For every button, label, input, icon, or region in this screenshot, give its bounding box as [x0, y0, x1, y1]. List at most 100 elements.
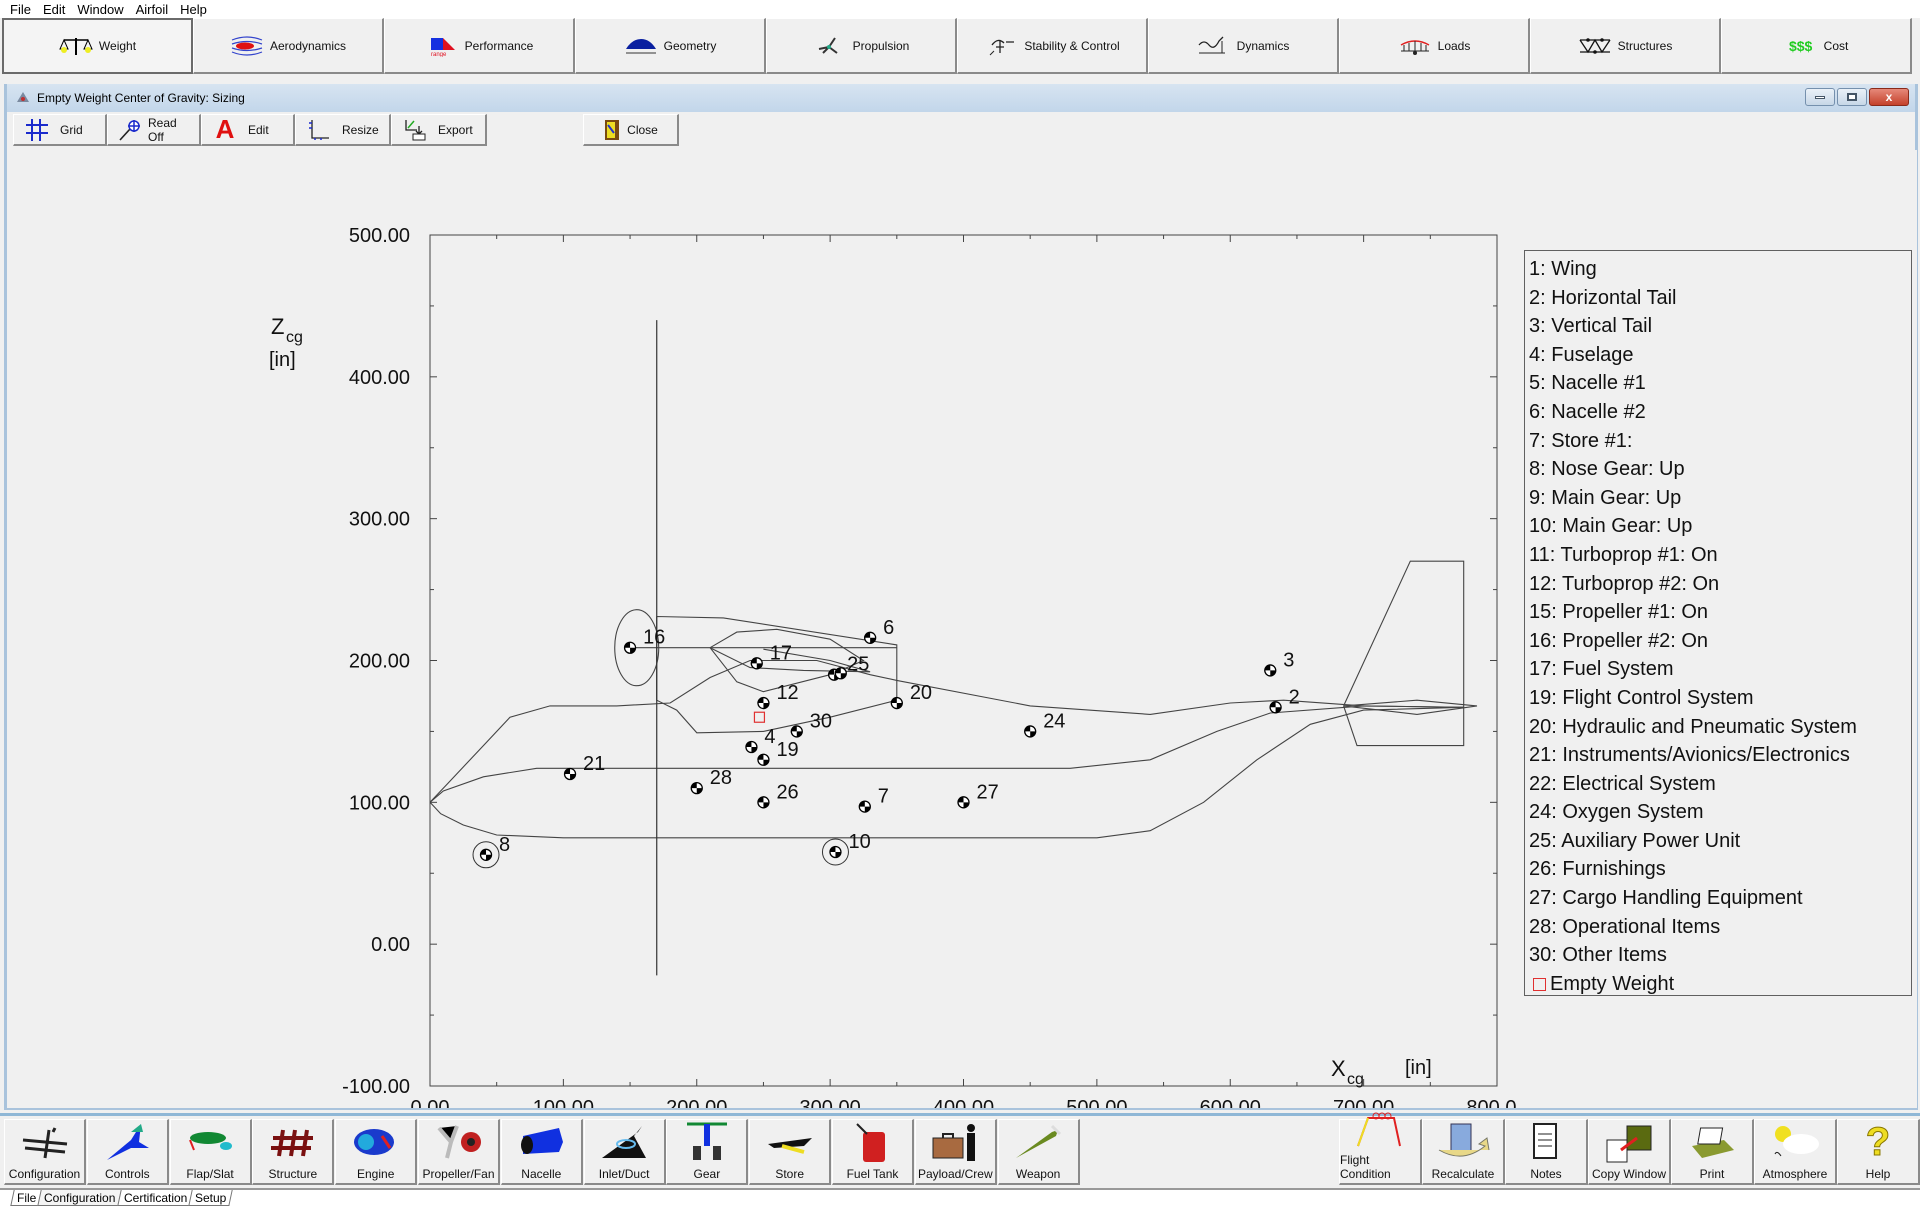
gear-tool-button[interactable]: Gear [666, 1119, 749, 1185]
structure-tool-button[interactable]: Structure [252, 1119, 335, 1185]
payload-crew-icon [927, 1120, 983, 1164]
cg-point-8: 8 [472, 834, 510, 869]
copy-window-tool-button[interactable]: Copy Window [1588, 1119, 1671, 1185]
close-chart-button[interactable]: Close [583, 114, 679, 146]
controls-tool-button[interactable]: Controls [86, 1119, 169, 1185]
menu-help[interactable]: Help [176, 2, 215, 17]
x-axis-unit: [in] [1405, 1057, 1432, 1079]
door-icon [603, 118, 621, 142]
dollar-icon: $$$ [1788, 37, 1813, 54]
sheet-tab-setup[interactable]: Setup [188, 1190, 234, 1206]
component-toolbar: Configuration Controls Flap/Slat Structure E… [0, 1112, 1920, 1185]
window-title: Empty Weight Center of Gravity: Sizing [37, 91, 245, 105]
module-tab-dynamics[interactable]: Dynamics [1148, 18, 1339, 74]
legend-item-empty-weight: Empty Weight [1529, 970, 1911, 999]
y-tick-label: 400.00 [349, 367, 410, 389]
control-surface-icon [99, 1120, 155, 1164]
edit-button[interactable]: A Edit [201, 114, 295, 146]
sheet-tab-configuration[interactable]: Configuration [37, 1190, 123, 1206]
y-ticks: -100.00 0.00 100.00 200.00 300.00 400.00 500.0… [342, 225, 1497, 1098]
atmosphere-tool-button[interactable]: Atmosphere [1754, 1119, 1837, 1185]
tool-button-label: Engine [357, 1167, 395, 1181]
propeller-fan-tool-button[interactable]: Propeller/Fan [418, 1119, 500, 1185]
cg-point-20: 20 [890, 682, 932, 710]
module-tab-stability-control[interactable]: Stability & Control [957, 18, 1148, 74]
x-tick-label: 600.00 [1200, 1097, 1261, 1108]
x-axis-label-sub: cg [1347, 1071, 1364, 1088]
engine-tool-button[interactable]: Engine [335, 1119, 418, 1185]
sheet-tab-certification[interactable]: Certification [117, 1190, 194, 1206]
menu-window[interactable]: Window [73, 2, 131, 17]
fuel-tank-tool-button[interactable]: Fuel Tank [832, 1119, 914, 1185]
cg-point-label: 10 [848, 831, 870, 853]
maximize-button[interactable] [1837, 88, 1867, 106]
store-tool-button[interactable]: Store [749, 1119, 832, 1185]
window-app-icon [15, 90, 31, 106]
cg-point-label: 12 [776, 682, 798, 704]
menu-edit[interactable]: Edit [39, 2, 73, 17]
menu-airfoil[interactable]: Airfoil [132, 2, 177, 17]
store-icon [762, 1120, 818, 1164]
resize-button[interactable]: Resize [295, 114, 391, 146]
close-window-button[interactable]: x [1869, 88, 1909, 106]
copy-window-icon [1601, 1120, 1657, 1164]
weapon-tool-button[interactable]: Weapon [997, 1119, 1080, 1185]
y-axis-label-sub: cg [286, 329, 303, 346]
module-tab-aerodynamics[interactable]: Aerodynamics [193, 18, 384, 74]
chart-toolbar: Grid Read Off A Edit Resize Export Close [13, 114, 679, 148]
y-tick-label: 500.00 [349, 225, 410, 247]
configuration-tool-button[interactable]: Configuration [4, 1119, 86, 1185]
cg-point-label: 20 [910, 682, 932, 704]
print-tool-button[interactable]: Print [1671, 1119, 1754, 1185]
chart-window: Empty Weight Center of Gravity: Sizing x… [4, 84, 1918, 1119]
notes-tool-button[interactable]: Notes [1505, 1119, 1588, 1185]
tool-button-label: Copy Window [1591, 1167, 1667, 1181]
close-chart-button-label: Close [627, 122, 658, 137]
cg-point-17: 17 [750, 642, 792, 670]
read-off-button[interactable]: Read Off [107, 114, 201, 146]
y-tick-label: -100.00 [342, 1076, 410, 1098]
configuration-aircraft-icon [17, 1120, 73, 1164]
cg-plot[interactable]: 0.00 100.00 200.00 300.00 400.00 500.00 600.00… [7, 150, 1528, 1119]
help-tool-button[interactable]: ? Help [1837, 1119, 1920, 1185]
landing-gear-icon [679, 1120, 735, 1164]
module-tab-loads[interactable]: Loads [1339, 18, 1530, 74]
module-tab-weight[interactable]: Weight [2, 18, 193, 74]
export-icon [402, 118, 428, 142]
cg-point-21: 21 [563, 753, 605, 781]
inlet-duct-tool-button[interactable]: Inlet/Duct [583, 1119, 666, 1185]
cg-point-label: 6 [883, 617, 894, 639]
module-tab-label: Propulsion [852, 38, 910, 53]
module-tab-structures[interactable]: Structures [1530, 18, 1721, 74]
minimize-button[interactable] [1805, 88, 1835, 106]
aircraft-outline [429, 560, 1478, 839]
x-ticks: 0.00 100.00 200.00 300.00 400.00 500.00 600.00… [411, 235, 1528, 1119]
cg-point-label: 21 [583, 753, 605, 775]
module-tab-propulsion[interactable]: Propulsion [766, 18, 957, 74]
flap-slat-tool-button[interactable]: Flap/Slat [169, 1119, 252, 1185]
module-tab-performance[interactable]: range Performance [384, 18, 575, 74]
tool-button-label: Print [1699, 1167, 1725, 1181]
flight-condition-tool-button[interactable]: Flight Condition [1339, 1112, 1422, 1185]
module-tab-geometry[interactable]: Geometry [575, 18, 766, 74]
x-tick-label: 0.00 [411, 1097, 450, 1108]
tool-button-label: Help [1865, 1167, 1891, 1181]
tool-button-label: Atmosphere [1762, 1167, 1828, 1181]
performance-range-icon: range [425, 35, 459, 57]
grid-button[interactable]: Grid [13, 114, 107, 146]
module-tab-label: Stability & Control [1024, 38, 1120, 53]
dynamics-icon [1197, 35, 1231, 57]
grid-icon [24, 118, 50, 142]
payload-crew-tool-button[interactable]: Payload/Crew [914, 1119, 997, 1185]
tool-button-label: Payload/Crew [917, 1167, 993, 1181]
cg-point-label: 28 [710, 767, 732, 789]
atmosphere-icon [1767, 1120, 1823, 1164]
export-button[interactable]: Export [391, 114, 487, 146]
nacelle-tool-button[interactable]: Nacelle [500, 1119, 583, 1185]
tool-button-label: Inlet/Duct [598, 1167, 650, 1181]
menu-file[interactable]: File [6, 2, 39, 17]
legend-item: 15: Propeller #1: On [1529, 601, 1708, 624]
recalculate-tool-button[interactable]: Recalculate [1422, 1119, 1505, 1185]
read-off-button-label: Read Off [148, 115, 177, 144]
module-tab-cost[interactable]: $$$ Cost [1721, 18, 1912, 74]
